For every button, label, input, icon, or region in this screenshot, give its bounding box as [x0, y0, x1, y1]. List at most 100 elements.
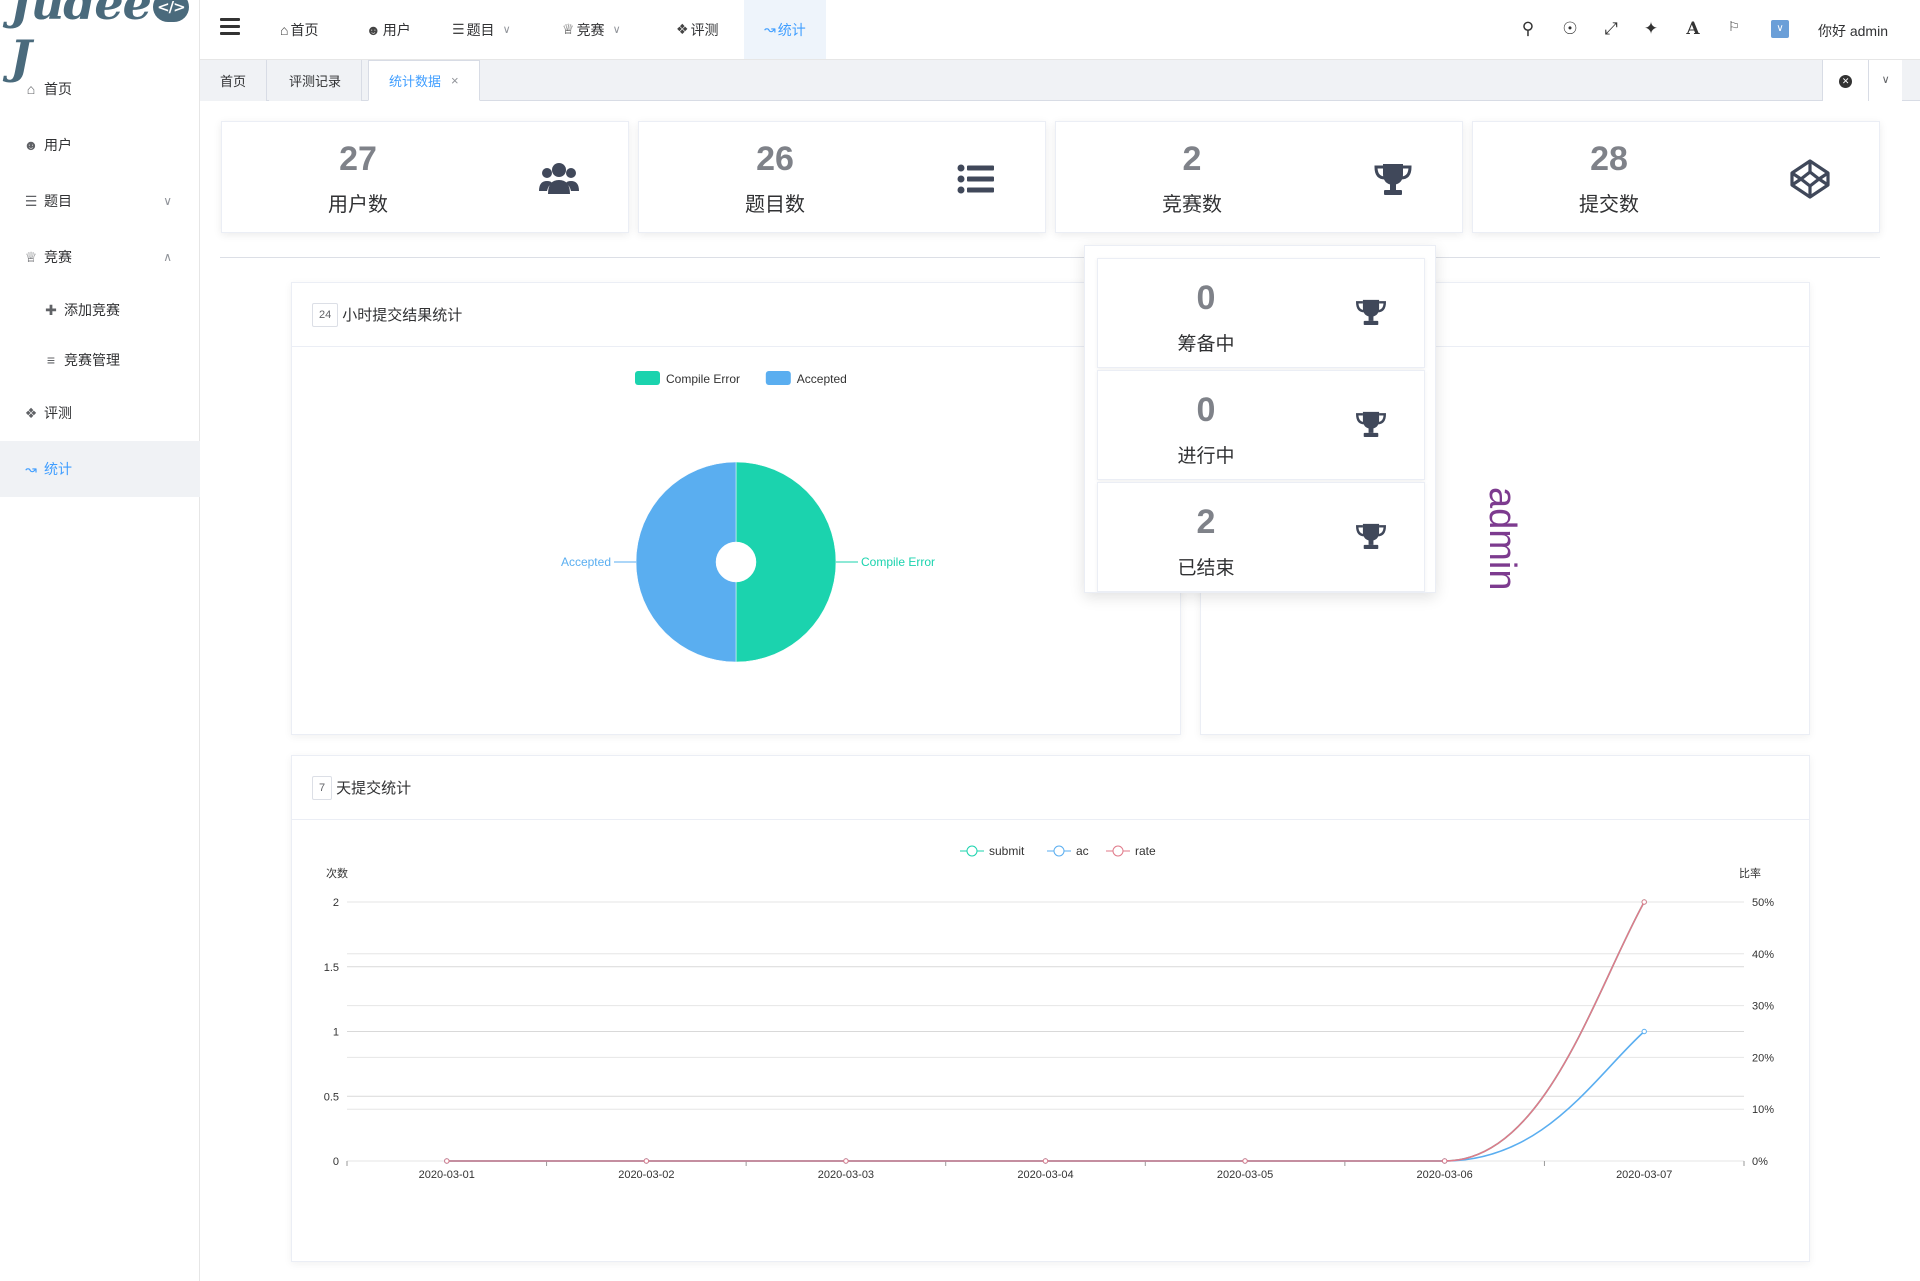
hours-badge: 24: [312, 302, 339, 327]
hamburger-icon[interactable]: [220, 18, 240, 40]
sidebar-item-users[interactable]: ☻ 用户: [0, 117, 200, 173]
nav-label: 统计: [777, 21, 806, 38]
status-label: 筹备中: [1177, 334, 1235, 355]
panel-title: 天提交统计: [336, 780, 412, 797]
close-all-tabs-button[interactable]: ✕: [1823, 73, 1868, 88]
theme-color-picker[interactable]: ∨: [1771, 20, 1789, 38]
chevron-down-icon[interactable]: ∨: [1868, 60, 1902, 101]
nav-problems[interactable]: ☰ 题目 ∨: [452, 0, 511, 59]
chart-line-icon: ↝: [764, 21, 776, 37]
sidebar-item-label: 统计: [44, 461, 72, 477]
status-label: 进行中: [1177, 446, 1235, 467]
sidebar-item-problems[interactable]: ☰ 题目 ∨: [0, 173, 200, 229]
days-badge: 7: [312, 775, 333, 800]
stat-value: 26: [756, 140, 794, 178]
contest-status-ended[interactable]: 2 已结束: [1097, 482, 1425, 592]
nav-contests[interactable]: ♕ 竞赛 ∨: [562, 0, 621, 59]
search-icon[interactable]: ⚲: [1518, 19, 1538, 39]
close-icon[interactable]: ×: [451, 73, 459, 88]
legend-label: ac: [1076, 844, 1089, 858]
data-point-rate: [444, 1158, 450, 1164]
sidebar-subitem-add-contest[interactable]: ✚ 添加竞赛: [0, 285, 200, 335]
magic-wand-icon[interactable]: ✦: [1641, 19, 1661, 39]
translate-icon[interactable]: ⚐: [1724, 19, 1744, 35]
stat-card-users[interactable]: 27 用户数: [221, 121, 629, 233]
x-tick-label: 2020-03-06: [1417, 1169, 1473, 1181]
y-tick-label: 0.5: [324, 1091, 339, 1103]
tab-label: 统计数据: [389, 74, 442, 89]
x-tick-label: 2020-03-05: [1217, 1169, 1273, 1181]
legend-marker: [966, 845, 978, 857]
x-tick-label: 2020-03-07: [1616, 1169, 1672, 1181]
panel-header: 7 天提交统计: [292, 756, 1809, 820]
data-point-rate: [1641, 899, 1647, 905]
record-icon[interactable]: ☉: [1560, 19, 1580, 39]
stat-card-problems[interactable]: 26 题目数: [638, 121, 1046, 233]
tab-statistics[interactable]: 统计数据 ×: [368, 60, 480, 101]
stat-card-contests[interactable]: 2 竞赛数: [1055, 121, 1463, 233]
pie-slice-label: Accepted: [561, 555, 611, 569]
legend-marker: [1053, 845, 1065, 857]
tab-label: 首页: [220, 74, 247, 89]
panel-title: 小时提交结果统计: [342, 307, 463, 324]
panel-7d-submissions: 7 天提交统计 submit ac rate 次数 比率 0 0.5 1 1.5 2 0% 10% 2…: [291, 755, 1810, 1262]
nav-judge[interactable]: ❖ 评测: [676, 0, 719, 59]
stat-label: 竞赛数: [1162, 194, 1222, 216]
codepen-icon: ❖: [676, 21, 689, 37]
x-tick-label: 2020-03-03: [818, 1169, 874, 1181]
list-icon: ☰: [24, 192, 38, 209]
codepen-icon: [1790, 159, 1830, 199]
list-icon: [957, 164, 994, 194]
contest-status-preparing[interactable]: 0 筹备中: [1097, 258, 1425, 368]
legend-marker: [1112, 845, 1124, 857]
tab-judge-records[interactable]: 评测记录: [269, 60, 363, 101]
trophy-icon: ♕: [24, 248, 38, 265]
data-point-ac: [1641, 1028, 1647, 1035]
y2-tick-label: 0%: [1752, 1156, 1768, 1168]
sidebar-item-label: 首页: [44, 81, 72, 97]
sidebar-item-contests[interactable]: ♕ 竞赛 ∧: [0, 229, 200, 285]
legend-swatch: [765, 371, 791, 385]
contest-status-running[interactable]: 0 进行中: [1097, 370, 1425, 480]
data-point-rate: [1042, 1158, 1049, 1164]
status-value: 0: [1196, 279, 1216, 317]
y-tick-label: 1.5: [324, 962, 339, 974]
stat-value: 28: [1590, 140, 1628, 178]
codepen-icon: ❖: [24, 404, 38, 421]
nav-users[interactable]: ☻ 用户: [366, 0, 411, 59]
user-name-vertical: admin: [1481, 487, 1523, 591]
y-tick-label: 1: [333, 1027, 339, 1039]
trophy-icon: [1356, 299, 1386, 325]
trophy-icon: ♕: [562, 21, 575, 37]
x-tick-label: 2020-03-02: [618, 1169, 674, 1181]
y-tick-label: 2: [333, 897, 339, 909]
sidebar-item-label: 添加竞赛: [64, 302, 120, 318]
x-tick-label: 2020-03-04: [1017, 1169, 1073, 1181]
home-icon: ⌂: [26, 81, 36, 97]
sidebar-item-statistics[interactable]: ↝ 统计: [0, 441, 200, 497]
sidebar-subitem-contest-manage[interactable]: ≡ 竞赛管理: [0, 335, 200, 385]
legend-label: submit: [989, 844, 1025, 858]
user-circle-icon: ☻: [23, 137, 39, 153]
sidebar-item-judge[interactable]: ❖ 评测: [0, 385, 200, 441]
pie-slice: [735, 461, 837, 663]
legend-label: Accepted: [797, 372, 847, 386]
user-greeting[interactable]: 你好 admin: [1818, 21, 1888, 41]
logo[interactable]: Judee </>J: [0, 0, 199, 84]
data-point-rate: [1242, 1158, 1248, 1164]
fullscreen-icon[interactable]: ⤢: [1601, 19, 1621, 39]
nav-statistics[interactable]: ↝ 统计: [744, 0, 826, 59]
data-point-rate: [843, 1158, 849, 1164]
plus-icon: ✚: [45, 301, 57, 318]
panel-24h-results: 24 小时提交结果统计 Compile Error Accepted Compil…: [291, 282, 1181, 735]
y2-tick-label: 10%: [1752, 1104, 1774, 1116]
sidebar-item-home[interactable]: ⌂ 首页: [0, 61, 200, 117]
nav-label: 题目: [466, 21, 495, 38]
font-size-icon[interactable]: A: [1683, 19, 1703, 39]
user-circle-icon: ☻: [366, 21, 381, 38]
main-content: 27 用户数 26 题目数 2 竞赛数 28 提交数 24 小时提交结果统计 C…: [200, 101, 1920, 1281]
stat-card-submissions[interactable]: 28 提交数: [1472, 121, 1880, 233]
section-divider: [220, 257, 1880, 258]
nav-home[interactable]: ⌂ 首页: [280, 0, 318, 59]
tab-home[interactable]: 首页: [200, 60, 268, 101]
